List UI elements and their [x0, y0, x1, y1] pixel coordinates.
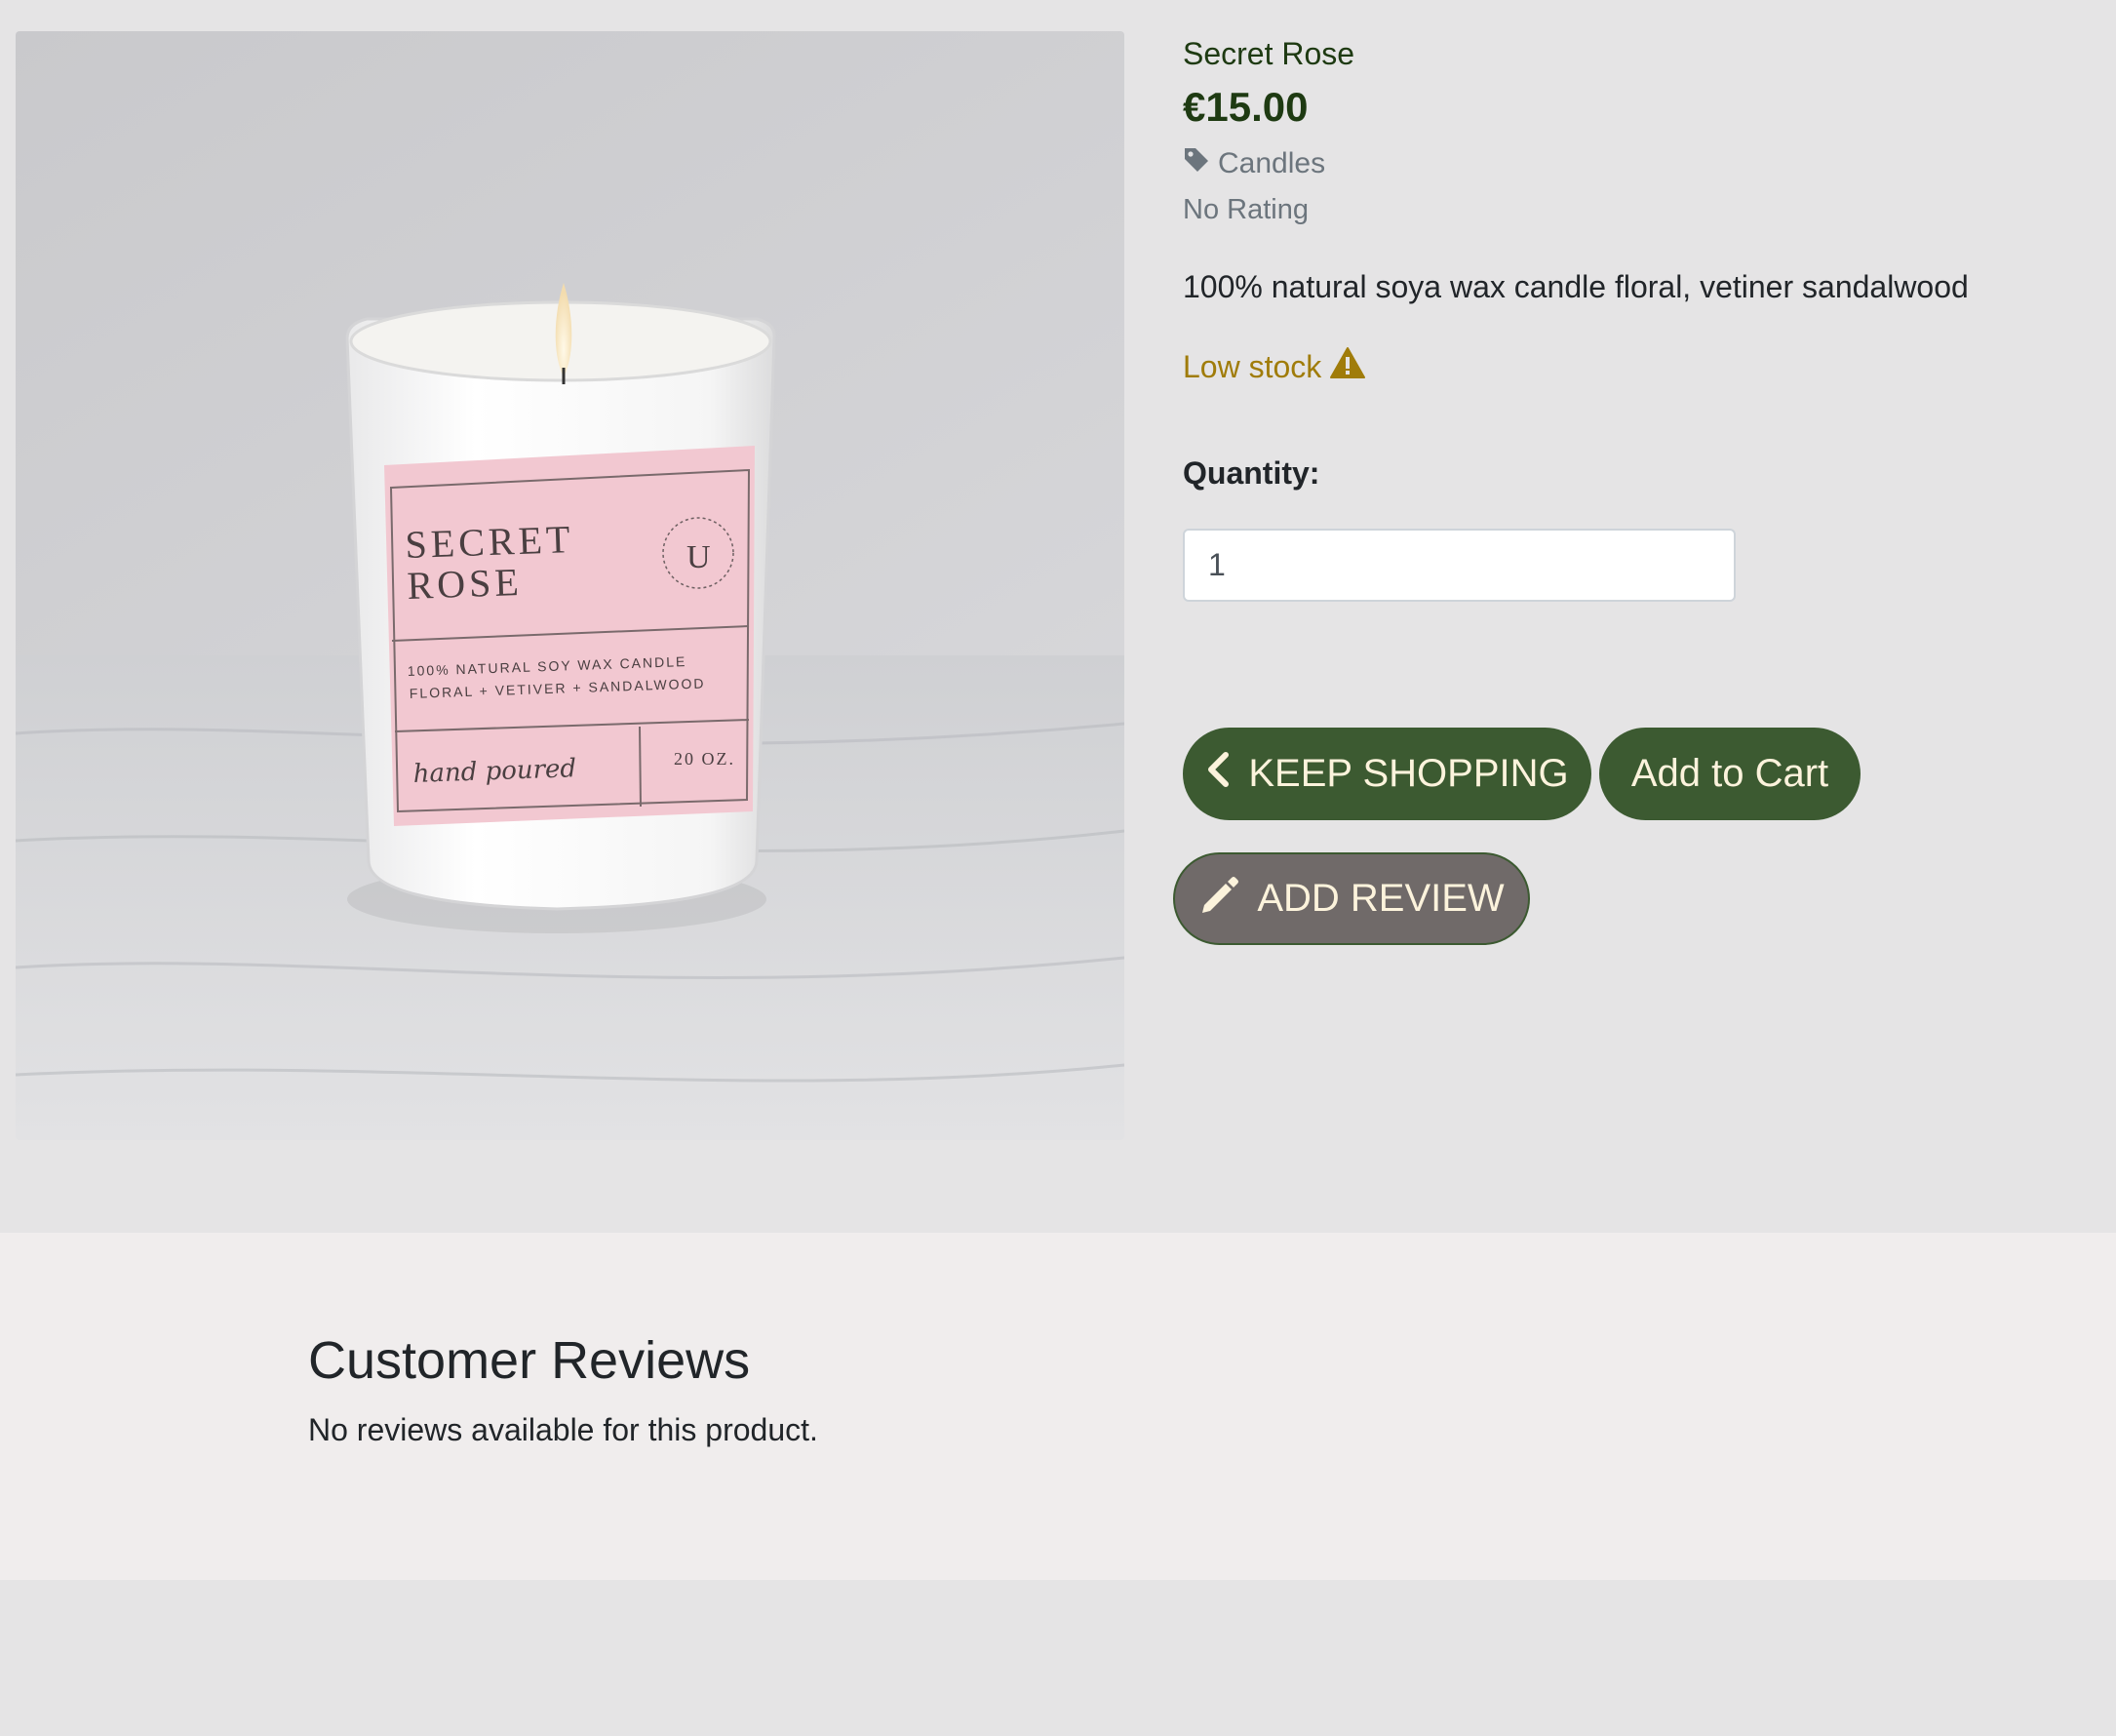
add-review-label: ADD REVIEW — [1257, 877, 1505, 920]
candle-label-title-2: ROSE — [407, 560, 524, 608]
product-name: Secret Rose — [1183, 36, 1355, 71]
product-rating: No Rating — [1183, 194, 1309, 225]
product-description: 100% natural soya wax candle floral, vet… — [1183, 269, 1969, 304]
keep-shopping-button[interactable]: KEEP SHOPPING — [1183, 728, 1591, 820]
add-to-cart-label: Add to Cart — [1630, 752, 1829, 795]
customer-reviews-section — [0, 1233, 2116, 1580]
category-label: Candles — [1218, 147, 1326, 179]
stock-status: Low stock — [1183, 346, 1366, 387]
quantity-input[interactable] — [1183, 529, 1736, 602]
product-category[interactable]: Candles — [1183, 146, 1325, 181]
tag-icon — [1183, 146, 1210, 181]
product-price: €15.00 — [1183, 84, 1309, 130]
stock-status-label: Low stock — [1183, 348, 1322, 384]
reviews-title: Customer Reviews — [308, 1331, 751, 1390]
warning-triangle-icon — [1329, 346, 1366, 387]
candle-label-script: hand poured — [412, 754, 576, 789]
chevron-left-icon — [1205, 751, 1231, 798]
pencil-icon — [1198, 874, 1239, 925]
keep-shopping-label: KEEP SHOPPING — [1248, 752, 1569, 795]
candle-label-size: 20 OZ. — [674, 749, 735, 769]
reviews-empty-message: No reviews available for this product. — [308, 1412, 818, 1447]
add-review-button[interactable]: ADD REVIEW — [1173, 852, 1530, 945]
candle-label-title-1: SECRET — [405, 517, 574, 567]
quantity-label: Quantity: — [1183, 455, 1320, 491]
candle-logo-letter: U — [686, 539, 711, 575]
product-image: SECRET ROSE U 100% NATURAL SOY WAX CANDL… — [16, 31, 1124, 1140]
add-to-cart-button[interactable]: Add to Cart — [1599, 728, 1861, 820]
